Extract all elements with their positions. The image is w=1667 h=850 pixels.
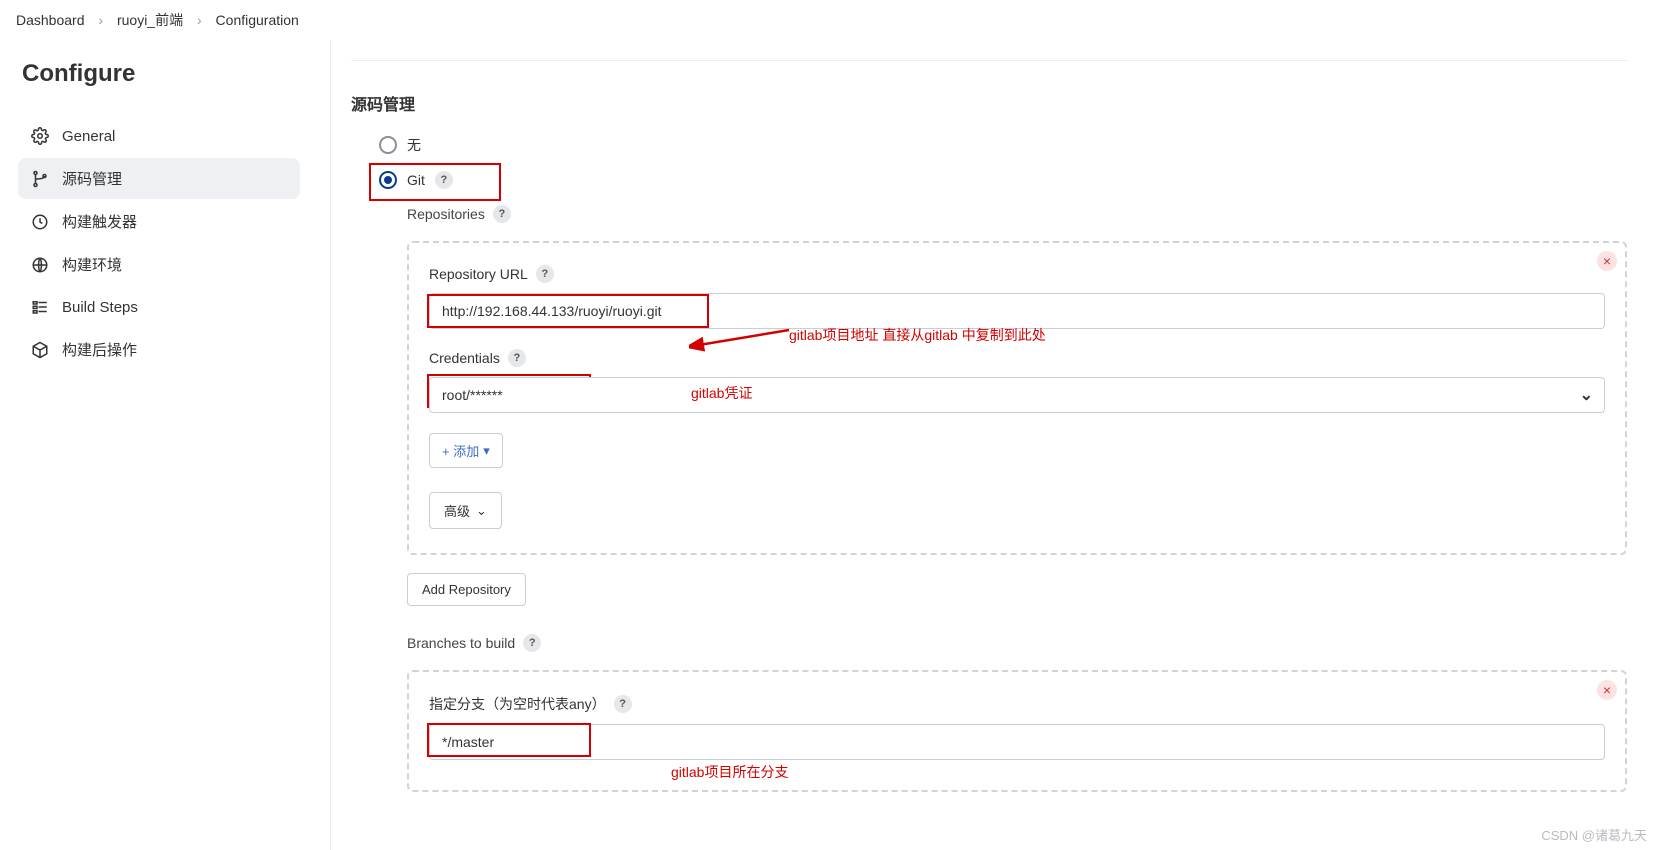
- branch-spec-input[interactable]: [429, 724, 1605, 760]
- sidebar-item-label: 构建后操作: [62, 339, 137, 360]
- branch-group: × 指定分支（为空时代表any） ? gitlab项目所在分支: [407, 670, 1627, 792]
- breadcrumb: Dashboard › ruoyi_前端 › Configuration: [0, 0, 1667, 40]
- sidebar-item-label: 构建环境: [62, 254, 122, 275]
- annotation-text: gitlab项目所在分支: [671, 762, 788, 782]
- help-icon[interactable]: ?: [523, 634, 541, 652]
- help-icon[interactable]: ?: [536, 265, 554, 283]
- gear-icon: [30, 126, 50, 146]
- radio-label: Git: [407, 172, 425, 188]
- breadcrumb-project[interactable]: ruoyi_前端: [117, 12, 183, 28]
- chevron-right-icon: ›: [98, 12, 103, 28]
- repo-url-input[interactable]: [429, 293, 1605, 329]
- chevron-right-icon: ›: [197, 12, 202, 28]
- branch-spec-label: 指定分支（为空时代表any） ?: [429, 694, 1605, 714]
- credentials-label: Credentials ?: [429, 349, 1605, 367]
- repositories-label: Repositories ?: [407, 205, 1627, 223]
- radio-git[interactable]: Git ?: [351, 171, 1627, 189]
- radio-icon: [379, 136, 397, 154]
- add-credential-button[interactable]: + 添加 ▾: [429, 433, 503, 468]
- annotation-text: gitlab项目地址 直接从gitlab 中复制到此处: [789, 325, 1046, 345]
- page-title: Configure: [18, 60, 300, 88]
- chevron-down-icon: ⌄: [476, 503, 487, 519]
- repository-group: × Repository URL ? gitlab项目地址 直接从gitlab …: [407, 241, 1627, 555]
- sidebar-item-triggers[interactable]: 构建触发器: [18, 201, 300, 242]
- sidebar-item-environment[interactable]: 构建环境: [18, 244, 300, 285]
- sidebar: Configure General 源码管理 构建触发器 构建环境: [0, 40, 310, 850]
- package-icon: [30, 340, 50, 360]
- steps-icon: [30, 297, 50, 317]
- radio-none[interactable]: 无: [351, 135, 1627, 155]
- sidebar-item-build-steps[interactable]: Build Steps: [18, 287, 300, 327]
- annotation-text: gitlab凭证: [691, 383, 752, 403]
- sidebar-item-label: 构建触发器: [62, 211, 137, 232]
- help-icon[interactable]: ?: [493, 205, 511, 223]
- caret-down-icon: ▾: [483, 443, 490, 459]
- sidebar-item-post-build[interactable]: 构建后操作: [18, 329, 300, 370]
- watermark: CSDN @诸葛九天: [1541, 825, 1647, 844]
- sidebar-item-label: Build Steps: [62, 299, 138, 316]
- add-repository-button[interactable]: Add Repository: [407, 573, 526, 606]
- sidebar-item-label: 源码管理: [62, 168, 122, 189]
- breadcrumb-dashboard[interactable]: Dashboard: [16, 12, 85, 28]
- branch-icon: [30, 169, 50, 189]
- chevron-down-icon: ⌄: [1580, 385, 1593, 405]
- help-icon[interactable]: ?: [614, 695, 632, 713]
- help-icon[interactable]: ?: [435, 171, 453, 189]
- sidebar-item-label: General: [62, 128, 115, 145]
- radio-icon: [379, 171, 397, 189]
- sidebar-item-general[interactable]: General: [18, 116, 300, 156]
- branches-label: Branches to build ?: [407, 634, 1627, 652]
- breadcrumb-configuration[interactable]: Configuration: [216, 12, 299, 28]
- advanced-button[interactable]: 高级 ⌄: [429, 492, 502, 529]
- main-content: 源码管理 无 Git ? Repositories ? ×: [330, 40, 1667, 850]
- help-icon[interactable]: ?: [508, 349, 526, 367]
- credentials-select[interactable]: root/******: [429, 377, 1605, 413]
- radio-label: 无: [407, 135, 421, 155]
- clock-icon: [30, 212, 50, 232]
- repo-url-label: Repository URL ?: [429, 265, 1605, 283]
- globe-icon: [30, 255, 50, 275]
- sidebar-item-scm[interactable]: 源码管理: [18, 158, 300, 199]
- section-title: 源码管理: [351, 91, 1627, 115]
